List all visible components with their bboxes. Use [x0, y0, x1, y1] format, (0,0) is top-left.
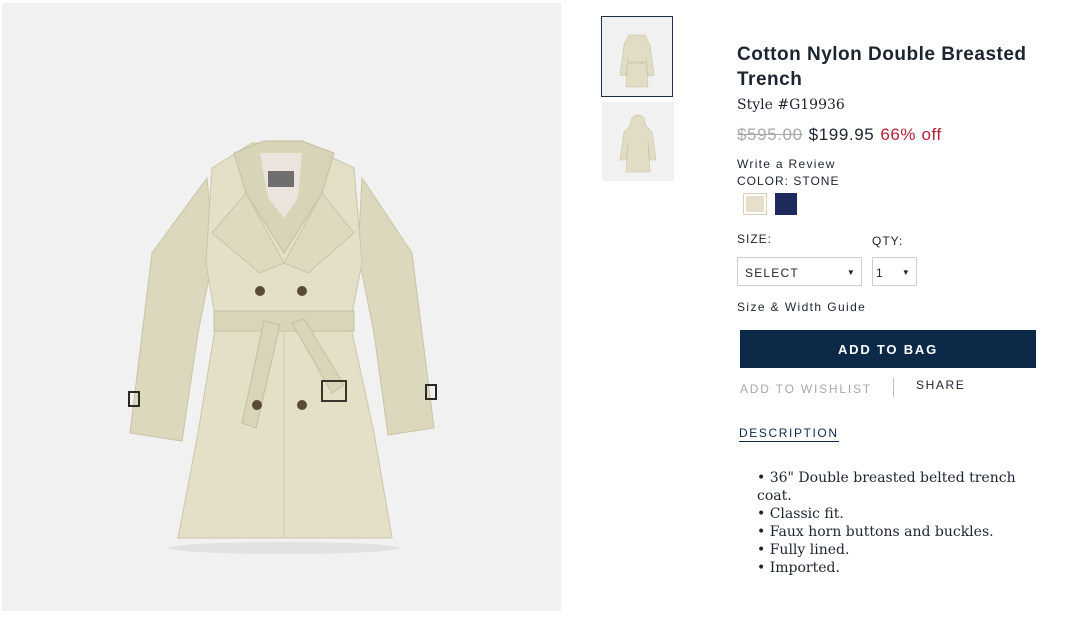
- sale-price: $199.95: [808, 125, 875, 144]
- description-list: 36" Double breasted belted trench coat. …: [757, 469, 1047, 577]
- style-number: Style #G19936: [737, 97, 845, 113]
- divider: [893, 378, 894, 397]
- trench-coat-hood-thumbnail[interactable]: [602, 102, 674, 181]
- price-row: $595.00 $199.95 66% off: [737, 125, 942, 145]
- color-label: COLOR: STONE: [737, 174, 840, 188]
- qty-select[interactable]: 1 ▼: [872, 257, 917, 286]
- tab-description[interactable]: DESCRIPTION: [739, 426, 839, 442]
- write-review-link[interactable]: Write a Review: [737, 157, 836, 171]
- discount-badge: 66% off: [880, 125, 942, 144]
- list-item: 36" Double breasted belted trench coat.: [757, 469, 1047, 505]
- chevron-down-icon: ▼: [901, 268, 911, 277]
- trench-coat-front-thumbnail[interactable]: [601, 16, 673, 97]
- list-item: Fully lined.: [757, 541, 1047, 559]
- size-label: SIZE:: [737, 232, 773, 246]
- qty-select-value: 1: [876, 266, 884, 280]
- share-link[interactable]: SHARE: [916, 378, 965, 392]
- add-to-bag-button[interactable]: ADD TO BAG: [740, 330, 1036, 368]
- main-product-image: [2, 3, 561, 611]
- trench-coat-photo: [128, 140, 437, 554]
- original-price: $595.00: [737, 125, 803, 144]
- qty-label: QTY:: [872, 234, 904, 248]
- list-item: Imported.: [757, 559, 1047, 577]
- chevron-down-icon: ▼: [846, 268, 856, 277]
- list-item: Classic fit.: [757, 505, 1047, 523]
- trench-coat-hood-thumbnail-image: [619, 114, 657, 173]
- product-title: Cotton Nylon Double Breasted Trench: [737, 44, 1027, 90]
- add-to-wishlist-link[interactable]: ADD TO WISHLIST: [740, 382, 872, 396]
- size-select[interactable]: SELECT ▼: [737, 257, 862, 286]
- color-swatch-navy[interactable]: [775, 193, 797, 215]
- size-select-value: SELECT: [745, 266, 799, 280]
- size-guide-link[interactable]: Size & Width Guide: [737, 300, 866, 314]
- color-swatch-stone[interactable]: [743, 193, 767, 215]
- list-item: Faux horn buttons and buckles.: [757, 523, 1047, 541]
- trench-coat-front-thumbnail-image: [619, 34, 655, 88]
